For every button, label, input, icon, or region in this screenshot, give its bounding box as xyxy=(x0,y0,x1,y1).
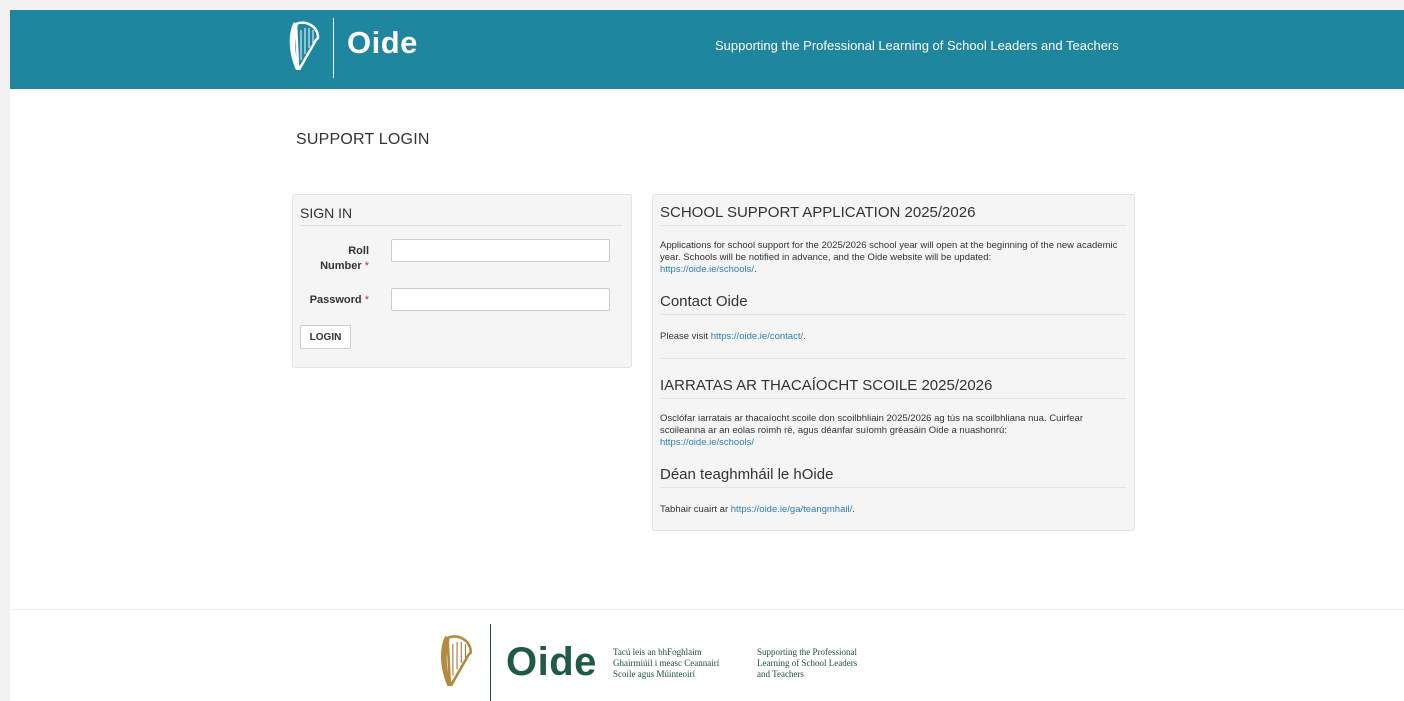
english-body: Applications for school support for the … xyxy=(660,240,1118,263)
contact-prefix: Please visit xyxy=(660,331,711,342)
irish-contact-link[interactable]: https://oide.ie/ga/teangmhail/ xyxy=(731,504,852,515)
roll-label-line1: Roll xyxy=(348,245,369,257)
footer-logo-divider xyxy=(490,624,491,701)
english-schools-link[interactable]: https://oide.ie/schools/ xyxy=(660,264,754,275)
section-divider xyxy=(660,358,1126,359)
header-logo-text[interactable]: Oide xyxy=(347,25,418,61)
english-text: Applications for school support for the … xyxy=(660,240,1128,276)
irish-schools-link[interactable]: https://oide.ie/schools/ xyxy=(660,437,754,448)
roll-number-label: Roll Number * xyxy=(301,244,369,274)
english-link-suffix: . xyxy=(754,264,757,275)
contact-link[interactable]: https://oide.ie/contact/ xyxy=(711,331,803,342)
irish-contact-heading: Déan teaghmháil le hOide xyxy=(660,466,1126,488)
login-button[interactable]: LOGIN xyxy=(300,325,351,349)
header-tagline: Supporting the Professional Learning of … xyxy=(715,38,1119,53)
password-input[interactable] xyxy=(391,288,610,311)
required-mark: * xyxy=(364,294,369,306)
harp-logo-icon[interactable] xyxy=(284,18,324,81)
contact-heading: Contact Oide xyxy=(660,293,1126,315)
irish-heading: IARRATAS AR THACAÍOCHT SCOILE 2025/2026 xyxy=(660,377,1126,399)
info-panel: SCHOOL SUPPORT APPLICATION 2025/2026 App… xyxy=(652,194,1135,531)
password-label: Password * xyxy=(301,293,369,308)
password-label-text: Password xyxy=(309,294,362,306)
contact-text: Please visit https://oide.ie/contact/. xyxy=(660,331,1128,343)
page: Oide Supporting the Professional Learnin… xyxy=(10,10,1404,701)
header-divider xyxy=(333,18,334,78)
footer-logo-text: Oide xyxy=(506,640,597,684)
roll-label-line2: Number xyxy=(320,260,362,272)
sign-in-title: SIGN IN xyxy=(300,205,622,226)
required-mark: * xyxy=(364,260,369,272)
english-heading: SCHOOL SUPPORT APPLICATION 2025/2026 xyxy=(660,204,1126,226)
irish-text: Osclófar iarratais ar thacaíocht scoile … xyxy=(660,413,1128,449)
contact-suffix: . xyxy=(803,331,806,342)
footer-english-tagline: Supporting the Professional Learning of … xyxy=(757,647,858,679)
page-title: SUPPORT LOGIN xyxy=(296,131,430,148)
sign-in-panel: SIGN IN Roll Number * Password * LOGIN xyxy=(292,194,632,368)
roll-number-input[interactable] xyxy=(391,239,610,262)
footer-divider xyxy=(10,609,1404,610)
irish-contact-text: Tabhair cuairt ar https://oide.ie/ga/tea… xyxy=(660,504,1128,516)
irish-contact-prefix: Tabhair cuairt ar xyxy=(660,504,731,515)
site-header: Oide Supporting the Professional Learnin… xyxy=(10,10,1404,89)
footer-harp-logo-icon xyxy=(435,630,477,699)
footer-irish-tagline: Tacú leis an bhFoghlaim Ghairmiúil i mea… xyxy=(613,647,720,679)
irish-contact-suffix: . xyxy=(852,504,855,515)
irish-body: Osclófar iarratais ar thacaíocht scoile … xyxy=(660,413,1083,436)
